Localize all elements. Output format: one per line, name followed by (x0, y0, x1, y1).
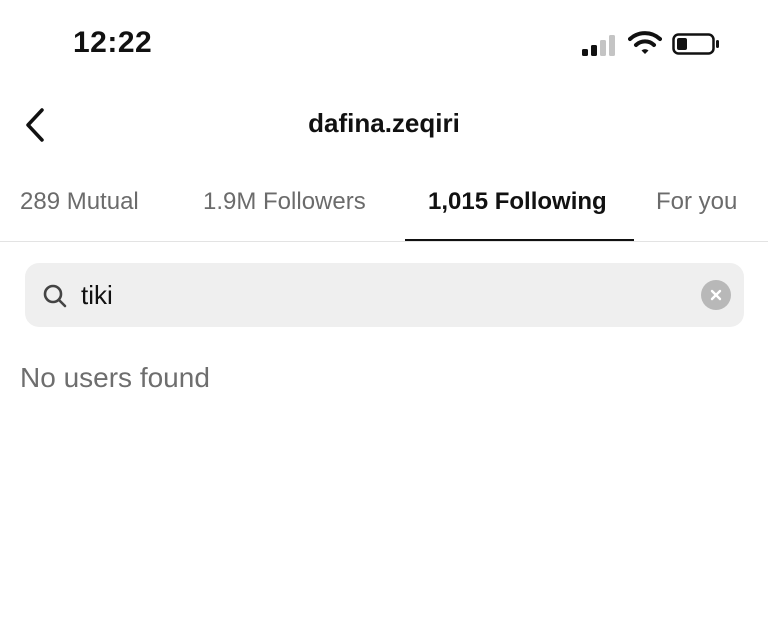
status-time: 12:22 (73, 26, 153, 59)
battery-icon (672, 33, 719, 55)
clear-search-button[interactable] (701, 280, 731, 310)
page-title: dafina.zeqiri (308, 108, 460, 138)
search-icon (43, 284, 67, 308)
no-results-message: No users found (20, 362, 210, 393)
tab-following[interactable]: 1,015 Following (428, 188, 607, 216)
tab-bar: 289 Mutual 1.9M Followers 1,015 Followin… (0, 170, 768, 242)
screen: 12:22 dafina.zeqiri 289 Mutual 1.9M Foll… (0, 0, 768, 639)
cellular-signal-icon (582, 35, 615, 56)
wifi-icon (628, 31, 662, 54)
tab-followers[interactable]: 1.9M Followers (203, 188, 366, 216)
search-box[interactable] (25, 263, 744, 327)
tab-for-you[interactable]: For you (656, 188, 737, 216)
clear-icon (710, 289, 722, 301)
search-input[interactable] (81, 273, 681, 317)
tab-mutual[interactable]: 289 Mutual (20, 188, 139, 216)
tabs-divider (0, 241, 768, 242)
